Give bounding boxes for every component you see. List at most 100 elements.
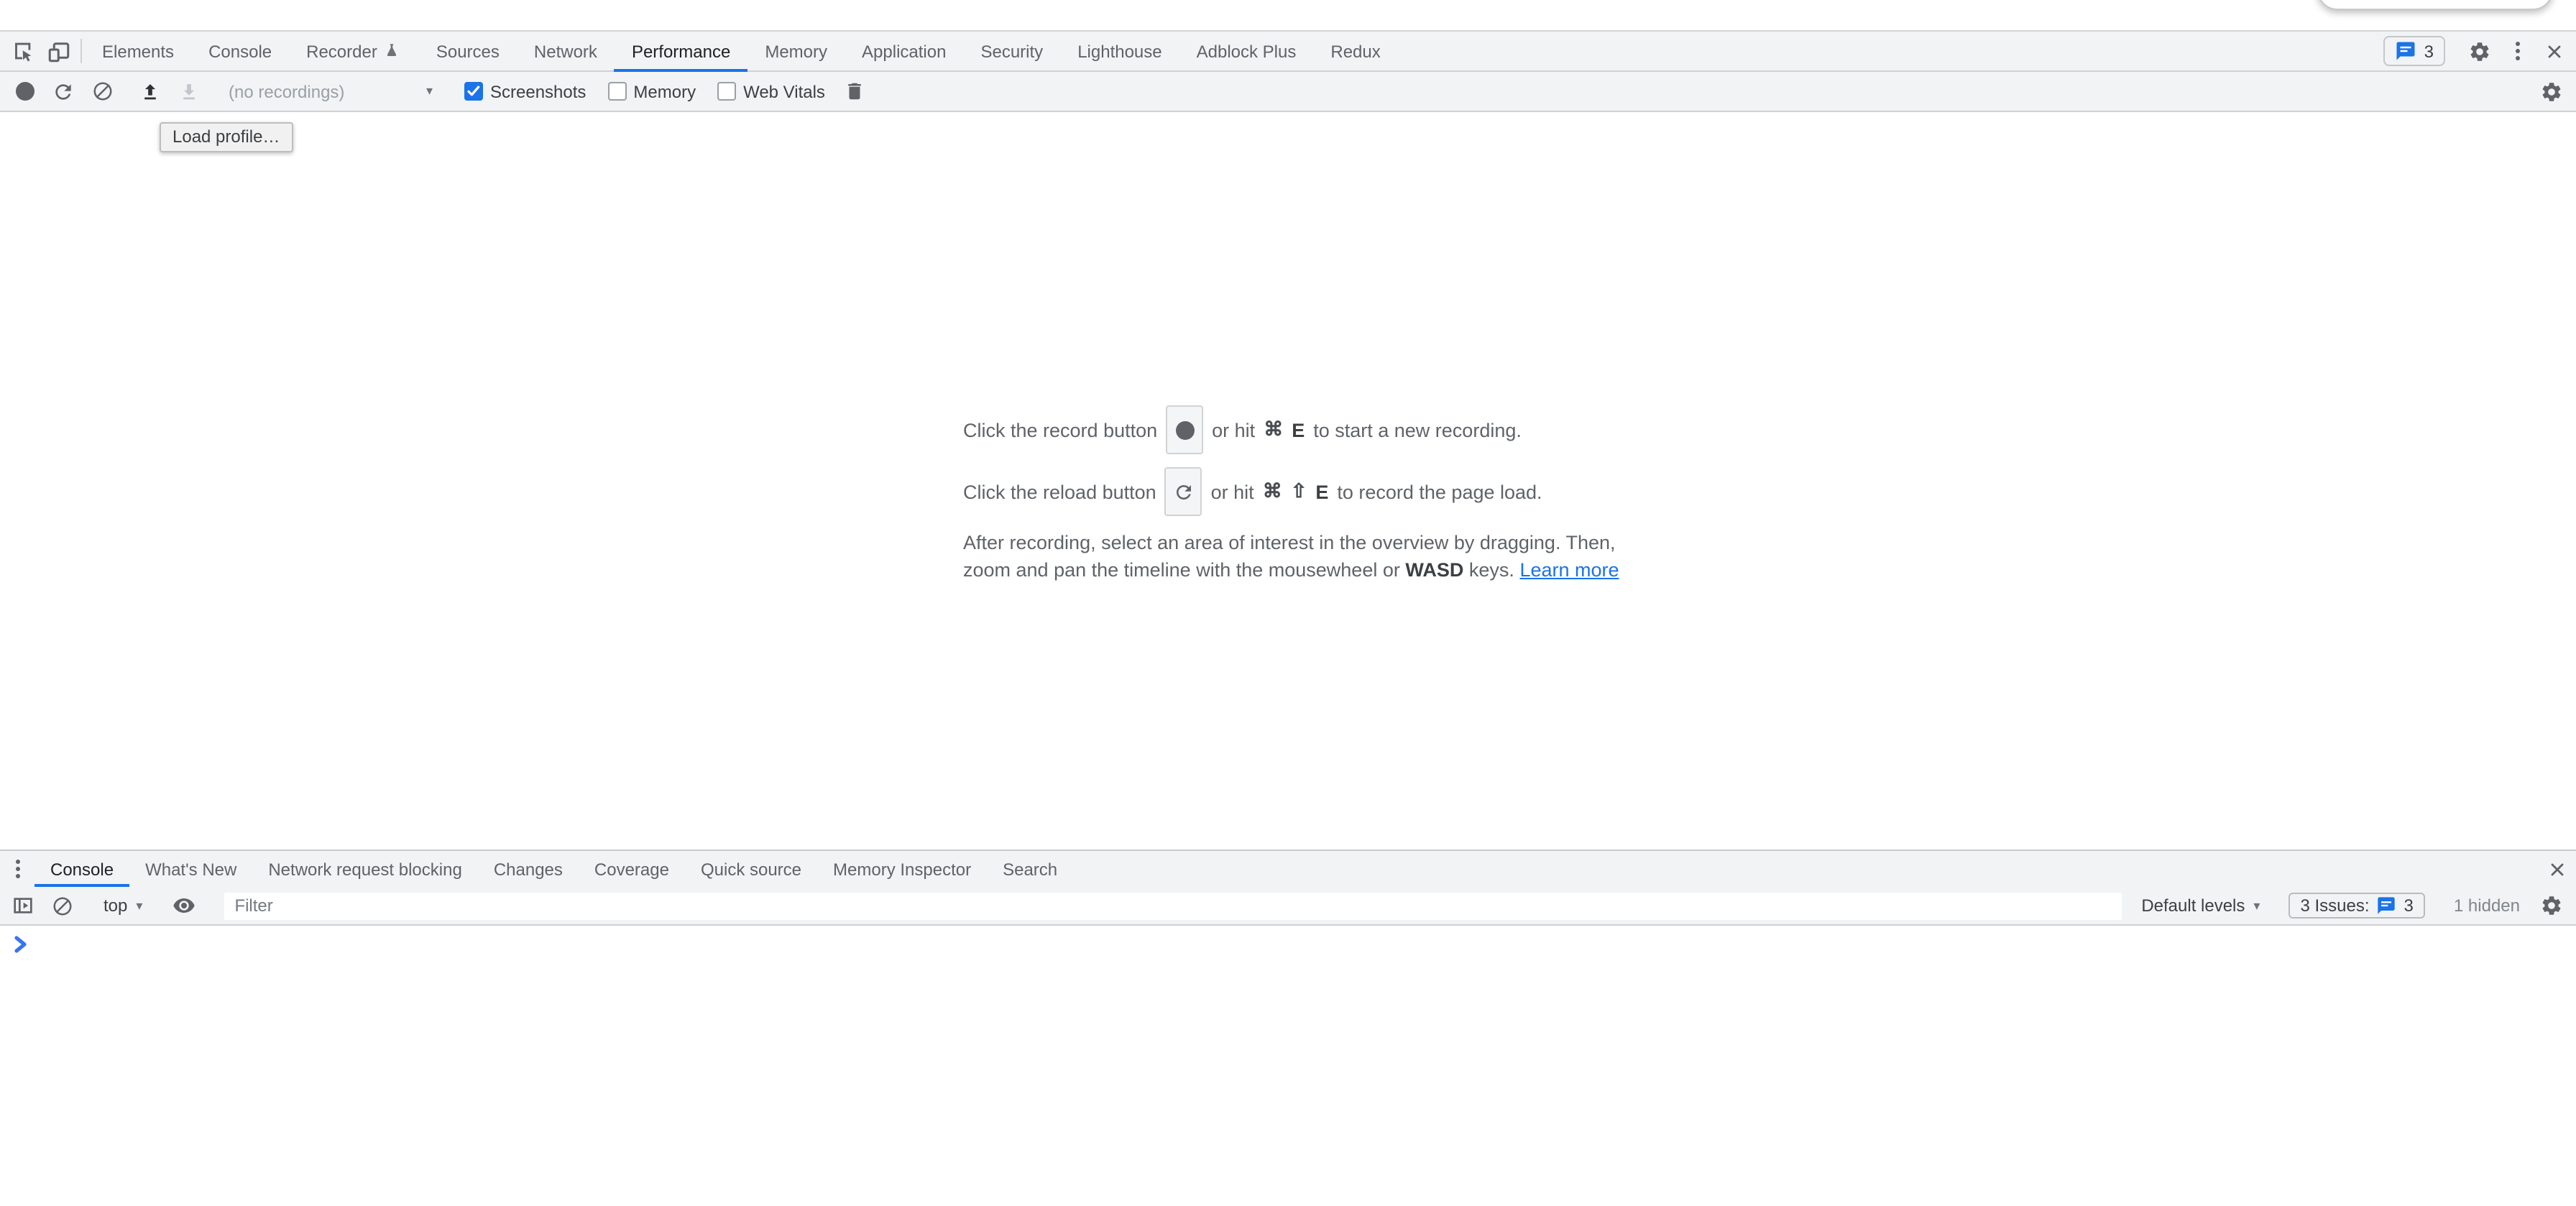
drawer-tab-changes[interactable]: Changes [478, 851, 579, 887]
web-vitals-checkbox-group[interactable]: Web Vitals [717, 81, 825, 101]
record-icon [1175, 420, 1194, 439]
issues-bubble-icon [2377, 896, 2397, 916]
recordings-dropdown-label: (no recordings) [229, 81, 344, 101]
drawer-tab-coverage[interactable]: Coverage [579, 851, 685, 887]
usage-paragraph: After recording, select an area of inter… [963, 529, 1619, 584]
clear-recordings-button[interactable] [83, 80, 121, 102]
main-tabbar: Elements Console Recorder Sources Networ… [0, 30, 2576, 72]
tab-performance[interactable]: Performance [615, 32, 748, 70]
tab-memory[interactable]: Memory [748, 32, 845, 70]
record-instruction-suffix: to start a new recording. [1313, 419, 1522, 441]
log-levels-dropdown[interactable]: Default levels ▾ [2133, 896, 2268, 916]
javascript-context-dropdown[interactable]: top ▾ [95, 896, 151, 916]
reload-and-record-button[interactable] [45, 80, 82, 103]
console-settings-gear-button[interactable] [2533, 894, 2570, 917]
kebab-icon [2515, 42, 2519, 60]
hidden-messages-count: 1 hidden [2445, 896, 2529, 916]
drawer-tab-network-request-blocking[interactable]: Network request blocking [252, 851, 477, 887]
devtools-window: Elements Console Recorder Sources Networ… [0, 0, 2576, 1206]
record-instruction-orhit: or hit [1212, 419, 1255, 441]
drawer-tab-whats-new[interactable]: What's New [129, 851, 252, 887]
load-profile-button[interactable] [131, 79, 168, 103]
usage-paragraph-line2: zoom and pan the timeline with the mouse… [963, 556, 1619, 584]
issues-bubble-icon [2396, 40, 2417, 62]
command-key-symbol: ⌘ [1263, 480, 1282, 503]
reload-instruction-prefix: Click the reload button [963, 481, 1156, 502]
shift-key-symbol: ⇧ [1291, 480, 1307, 503]
check-icon [466, 83, 482, 99]
console-filter-input[interactable] [224, 892, 2121, 919]
web-vitals-checkbox[interactable] [717, 82, 736, 101]
browser-popup-remnant [2317, 0, 2553, 10]
reload-instruction-suffix: to record the page load. [1337, 481, 1542, 502]
chevron-down-icon: ▾ [426, 83, 433, 99]
screenshots-label: Screenshots [490, 81, 586, 101]
drawer-tab-quick-source[interactable]: Quick source [685, 851, 817, 887]
tab-console[interactable]: Console [191, 32, 289, 70]
more-options-kebab-button[interactable] [2498, 42, 2536, 60]
learn-more-link[interactable]: Learn more [1519, 559, 1619, 581]
kebab-icon [15, 860, 19, 878]
context-label: top [104, 896, 127, 916]
reload-button-illustration[interactable] [1165, 467, 1202, 516]
memory-label: Memory [633, 81, 696, 101]
tab-recorder[interactable]: Recorder [289, 32, 419, 70]
console-prompt-chevron-icon [13, 936, 29, 953]
separator [80, 39, 82, 63]
reload-instruction-orhit: or hit [1211, 481, 1254, 502]
tabbar-right-controls: 3 [2384, 32, 2576, 70]
console-toolbar: top ▾ Default levels ▾ 3 Issues: 3 1 hid… [0, 887, 2576, 926]
tab-adblock-plus[interactable]: Adblock Plus [1179, 32, 1314, 70]
drawer-tabbar: Console What's New Network request block… [0, 850, 2576, 887]
tab-sources[interactable]: Sources [419, 32, 517, 70]
tab-lighthouse[interactable]: Lighthouse [1060, 32, 1179, 70]
close-drawer-button[interactable] [2539, 851, 2576, 887]
settings-gear-button[interactable] [2461, 40, 2498, 63]
show-console-sidebar-button[interactable] [6, 894, 40, 917]
record-button[interactable] [6, 82, 43, 101]
record-icon [15, 82, 34, 101]
drawer-tab-search[interactable]: Search [987, 851, 1073, 887]
issues-count: 3 [2404, 896, 2414, 916]
drawer-tab-console[interactable]: Console [34, 851, 129, 887]
record-button-illustration[interactable] [1166, 405, 1203, 454]
record-instruction-row: Click the record button or hit ⌘ E to st… [963, 405, 1619, 454]
tab-application[interactable]: Application [845, 32, 963, 70]
console-issues-button[interactable]: 3 Issues: 3 [2288, 893, 2424, 919]
drawer-tab-memory-inspector[interactable]: Memory Inspector [817, 851, 987, 887]
inspect-element-button[interactable] [3, 32, 40, 70]
close-devtools-button[interactable] [2536, 41, 2573, 61]
record-instruction-prefix: Click the record button [963, 419, 1157, 441]
recordings-dropdown[interactable]: (no recordings) ▾ [217, 81, 444, 101]
reload-instruction-row: Click the reload button or hit ⌘ ⇧ E to … [963, 467, 1619, 516]
web-vitals-label: Web Vitals [743, 81, 825, 101]
device-toolbar-button[interactable] [40, 32, 78, 70]
create-live-expression-eye-button[interactable] [167, 894, 201, 917]
tab-security[interactable]: Security [963, 32, 1060, 70]
save-profile-button[interactable] [170, 79, 207, 103]
screenshots-checkbox-group[interactable]: Screenshots [464, 81, 586, 101]
empty-state-instructions: Click the record button or hit ⌘ E to st… [963, 405, 1619, 584]
load-profile-tooltip: Load profile… [160, 122, 293, 152]
screenshots-checkbox[interactable] [464, 82, 483, 101]
tab-elements[interactable]: Elements [85, 32, 191, 70]
performance-toolbar: (no recordings) ▾ Screenshots Memory Web… [0, 72, 2576, 112]
wasd-keys: WASD [1405, 559, 1463, 581]
issues-counter-button[interactable]: 3 [2384, 36, 2445, 66]
issues-count: 3 [2424, 41, 2434, 61]
drawer-tabbar-spacer [1073, 851, 2539, 887]
console-body[interactable] [0, 926, 2576, 1206]
tab-redux[interactable]: Redux [1313, 32, 1397, 70]
memory-checkbox-group[interactable]: Memory [607, 81, 696, 101]
chevron-down-icon: ▾ [136, 898, 142, 913]
console-prompt[interactable] [13, 936, 29, 953]
clear-console-button[interactable] [45, 895, 79, 916]
tab-network[interactable]: Network [517, 32, 615, 70]
memory-checkbox[interactable] [607, 82, 626, 101]
log-levels-label: Default levels [2141, 896, 2245, 916]
capture-settings-gear-button[interactable] [2533, 80, 2570, 103]
command-key-symbol: ⌘ [1264, 418, 1283, 441]
e-key: E [1292, 419, 1305, 441]
drawer-more-tools-kebab-button[interactable] [0, 851, 34, 887]
delete-recording-button[interactable] [837, 80, 874, 102]
